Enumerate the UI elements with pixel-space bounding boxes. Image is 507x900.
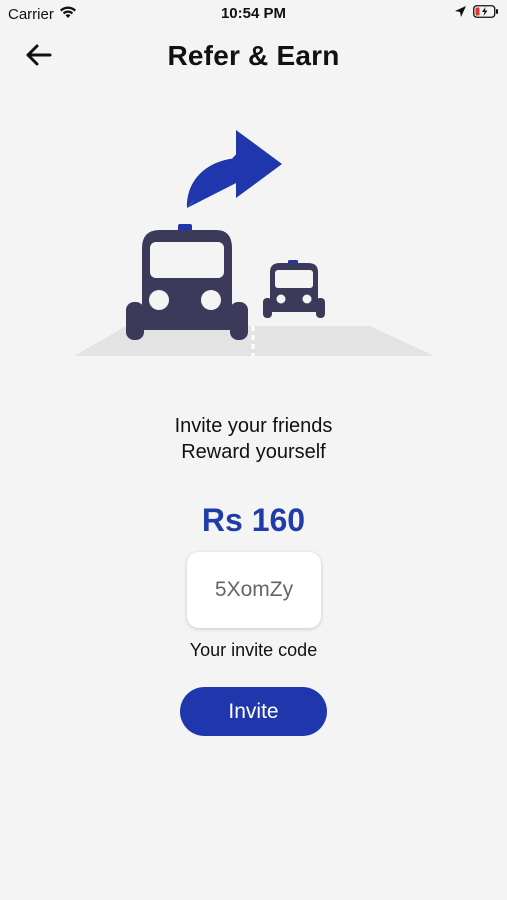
invite-line-2: Reward yourself (181, 441, 326, 463)
referral-illustration (70, 120, 440, 365)
curved-arrow-icon (186, 130, 282, 208)
invite-message: Invite your friends Reward yourself (0, 413, 507, 465)
reward-amount: Rs 160 (201, 502, 306, 538)
page-title: Refer & Earn (167, 40, 340, 71)
status-time: 10:54 PM (220, 5, 287, 22)
battery-charging-icon (473, 5, 499, 22)
car-large-icon (126, 224, 248, 340)
invite-code-value: 5XomZy (214, 578, 294, 601)
nav-bar: Refer & Earn (0, 28, 507, 86)
status-right-group (454, 5, 499, 22)
car-small-icon (263, 260, 325, 318)
invite-line-1: Invite your friends (174, 415, 333, 437)
refer-earn-screen: Carrier 10:54 PM Refer & Earn Invite you… (0, 0, 507, 900)
invite-button[interactable]: Invite (180, 687, 327, 736)
invite-code-caption: Your invite code (189, 640, 318, 660)
invite-code-box[interactable]: 5XomZy (187, 552, 321, 628)
invite-button-label: Invite (228, 699, 279, 723)
status-bar: Carrier 10:54 PM (0, 0, 507, 28)
location-arrow-icon (454, 5, 467, 22)
